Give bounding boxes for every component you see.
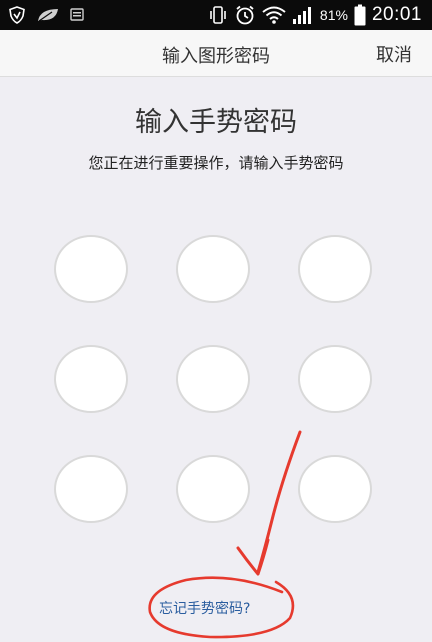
- red-annotation-arrow-and-circle: [148, 430, 302, 639]
- keyboard-notification-icon: [70, 7, 84, 23]
- status-bar: 81% 20:01: [0, 0, 432, 30]
- gesture-point[interactable]: [54, 235, 128, 303]
- gesture-point[interactable]: [298, 235, 372, 303]
- gesture-point[interactable]: [54, 345, 128, 413]
- gesture-point[interactable]: [176, 345, 250, 413]
- gesture-point[interactable]: [176, 455, 250, 523]
- alarm-icon: [234, 4, 256, 26]
- vibrate-icon: [208, 5, 228, 25]
- signal-icon: [292, 5, 314, 25]
- forgot-gesture-password-link[interactable]: 忘记手势密码?: [159, 598, 250, 618]
- status-bar-right: 81% 20:01: [208, 3, 422, 27]
- status-bar-left: [8, 5, 84, 25]
- page-subtitle: 您正在进行重要操作，请输入手势密码: [88, 154, 344, 172]
- page-title: 输入手势密码: [135, 107, 297, 138]
- gesture-pattern-grid: [0, 0, 432, 642]
- wifi-icon: [262, 5, 286, 25]
- gesture-point[interactable]: [298, 345, 372, 413]
- header-bar: 输入图形密码 取消: [0, 30, 432, 77]
- status-time: 20:01: [371, 4, 422, 25]
- battery-percent: 81%: [319, 7, 348, 23]
- header-title: 输入图形密码: [162, 46, 270, 67]
- gesture-point[interactable]: [54, 455, 128, 523]
- gesture-point[interactable]: [298, 455, 372, 523]
- cancel-button[interactable]: 取消: [376, 41, 412, 67]
- gesture-password-screen: 81% 20:01 输入图形密码 取消 输入手势密码 您正在进行重要操作，请输入…: [0, 0, 432, 642]
- gesture-point[interactable]: [176, 235, 250, 303]
- leaf-notification-icon: [36, 7, 60, 23]
- battery-icon: [354, 4, 366, 26]
- shield-notification-icon: [8, 6, 26, 24]
